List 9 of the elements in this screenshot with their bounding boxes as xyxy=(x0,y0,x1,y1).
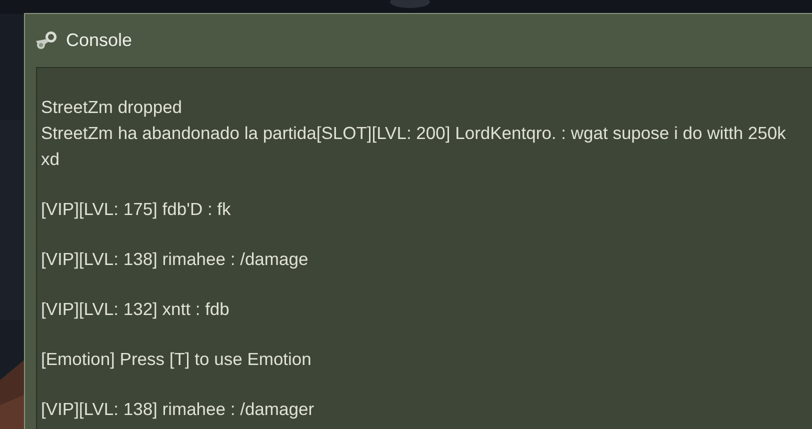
console-line: [Emotion] Press [T] to use Emotion xyxy=(41,348,312,371)
console-line: StreetZm ha abandonado la partida[SLOT][LVL: 200] LordKentqro. : wgat supose i do witth 250k xd xyxy=(41,122,787,171)
console-line: [VIP][LVL: 132] xntt : fdb xyxy=(41,298,230,321)
window-title: Console xyxy=(66,29,132,52)
console-line: [VIP][LVL: 175] fdb'D : fk xyxy=(41,198,232,221)
console-line: [VIP][LVL: 138] rimahee : /damage xyxy=(41,248,310,271)
console-line: [VIP][LVL: 138] rimahee : /damager xyxy=(41,398,316,421)
steam-logo-icon xyxy=(34,30,58,52)
console-line: StreetZm dropped xyxy=(41,96,184,119)
